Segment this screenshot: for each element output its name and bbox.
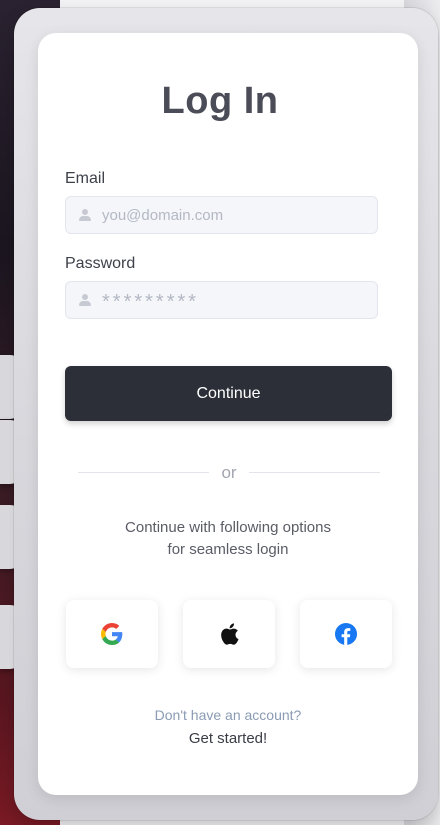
google-icon — [101, 623, 123, 645]
password-label: Password — [65, 255, 136, 272]
password-field[interactable]: ********* — [65, 281, 378, 319]
options-text-line: for seamless login — [167, 541, 289, 558]
divider-line — [78, 472, 210, 473]
password-placeholder: ********* — [102, 290, 200, 313]
divider-text: or — [221, 463, 237, 482]
apple-icon — [218, 622, 240, 646]
facebook-login-button[interactable] — [300, 600, 392, 668]
facebook-icon — [335, 623, 357, 645]
email-placeholder: you@domain.com — [102, 206, 224, 224]
continue-button[interactable]: Continue — [65, 366, 392, 421]
or-divider: or — [78, 464, 380, 481]
get-started-link[interactable]: Get started! — [38, 730, 418, 747]
user-icon — [78, 293, 92, 307]
options-text: Continue with following options for seam… — [38, 517, 418, 561]
apple-login-button[interactable] — [183, 600, 275, 668]
no-account-text: Don't have an account? — [154, 707, 302, 723]
divider-line — [248, 472, 380, 473]
email-field[interactable]: you@domain.com — [65, 196, 378, 234]
google-login-button[interactable] — [66, 600, 158, 668]
options-text-line: Continue with following options — [125, 519, 331, 536]
page-title: Log In — [161, 80, 279, 122]
email-label: Email — [65, 170, 106, 187]
user-icon — [78, 208, 92, 222]
